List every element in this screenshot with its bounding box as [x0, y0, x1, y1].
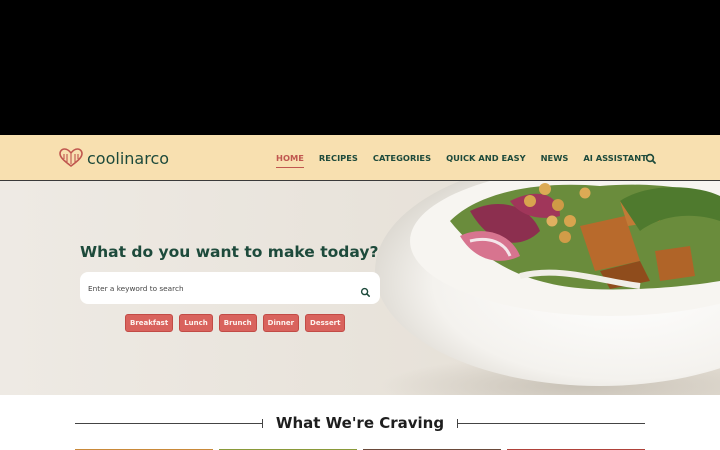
- nav-ai-assistant[interactable]: AI ASSISTANT: [583, 150, 647, 166]
- nav-categories[interactable]: CATEGORIES: [373, 150, 431, 166]
- nav-recipes[interactable]: RECIPES: [319, 150, 358, 166]
- chip-dessert[interactable]: Dessert: [305, 314, 346, 332]
- chip-brunch[interactable]: Brunch: [218, 314, 257, 332]
- chip-lunch[interactable]: Lunch: [179, 314, 213, 332]
- hero-title: What do you want to make today?: [80, 243, 379, 261]
- chip-dinner[interactable]: Dinner: [262, 314, 300, 332]
- chip-breakfast[interactable]: Breakfast: [125, 314, 174, 332]
- logo[interactable]: coolinarco: [59, 148, 169, 168]
- main-nav: HOME RECIPES CATEGORIES QUICK AND EASY N…: [276, 135, 662, 181]
- search-icon[interactable]: [360, 283, 371, 297]
- quick-category-chips: Breakfast Lunch Brunch Dinner Dessert: [125, 314, 346, 332]
- search-icon[interactable]: [644, 151, 658, 165]
- craving-section: What We're Craving: [0, 395, 720, 450]
- top-black-band: [0, 0, 720, 135]
- search-input[interactable]: [88, 283, 348, 293]
- nav-news[interactable]: NEWS: [541, 150, 569, 166]
- hero-search-box: [80, 272, 380, 304]
- nav-quick-and-easy[interactable]: QUICK AND EASY: [446, 150, 526, 166]
- hero-banner: What do you want to make today? Breakfas…: [0, 181, 720, 395]
- nav-home[interactable]: HOME: [276, 150, 304, 168]
- site-header: coolinarco HOME RECIPES CATEGORIES QUICK…: [0, 135, 720, 181]
- brand-name: coolinarco: [87, 148, 170, 168]
- divider-right: [457, 423, 645, 424]
- heart-logo-icon: [59, 148, 83, 168]
